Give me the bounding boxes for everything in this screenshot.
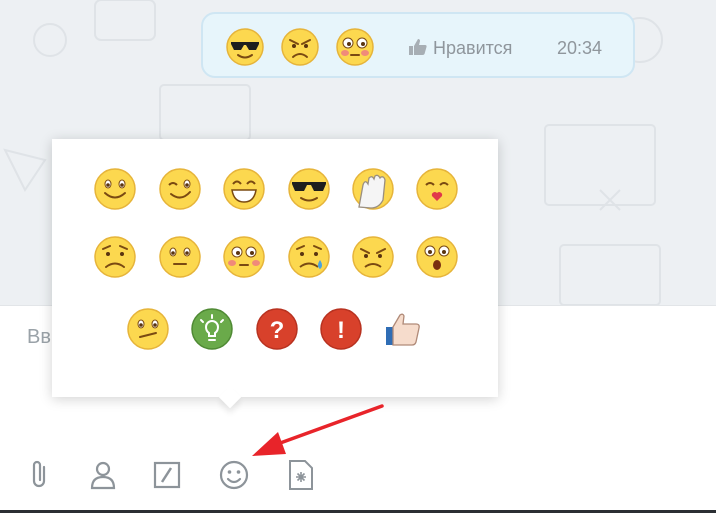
emoji-blushing-icon[interactable]: [222, 235, 266, 279]
like-label[interactable]: Нравится: [433, 38, 512, 59]
emoji-kiss-icon[interactable]: [415, 167, 459, 211]
emoji-picker: ? !: [52, 139, 498, 409]
emoji-angry-icon[interactable]: [351, 235, 395, 279]
blushing-face-icon: [335, 27, 375, 67]
emoji-exclamation-icon[interactable]: !: [319, 307, 363, 351]
annotation-arrow: [252, 404, 384, 456]
svg-text:?: ?: [270, 317, 285, 344]
emoji-question-icon[interactable]: ?: [255, 307, 299, 351]
contact-icon[interactable]: [88, 459, 118, 491]
sunglasses-face-icon: [225, 27, 265, 67]
emoji-smile-icon[interactable]: [93, 167, 137, 211]
emoji-sunglasses-icon[interactable]: [287, 167, 331, 211]
emoji-crying-icon[interactable]: [287, 235, 331, 279]
emoji-surprised-icon[interactable]: [415, 235, 459, 279]
like-thumb-icon[interactable]: [408, 38, 428, 56]
emoji-thumbs-up-icon[interactable]: [383, 307, 427, 351]
emoji-idea-icon[interactable]: [190, 307, 234, 351]
message-time: 20:34: [557, 38, 603, 58]
angry-face-icon: [280, 27, 320, 67]
message-bubble: Нравится 20:34: [201, 12, 635, 78]
edit-icon[interactable]: [152, 459, 182, 491]
emoji-grin-icon[interactable]: [222, 167, 266, 211]
emoji-worried-icon[interactable]: [93, 235, 137, 279]
emoji-wink-icon[interactable]: [158, 167, 202, 211]
emoji-neutral-icon[interactable]: [158, 235, 202, 279]
emoji-facepalm-icon[interactable]: [351, 167, 395, 211]
emoji-confused-icon[interactable]: [126, 307, 170, 351]
svg-text:!: !: [337, 317, 345, 344]
paperclip-icon[interactable]: [24, 459, 54, 491]
